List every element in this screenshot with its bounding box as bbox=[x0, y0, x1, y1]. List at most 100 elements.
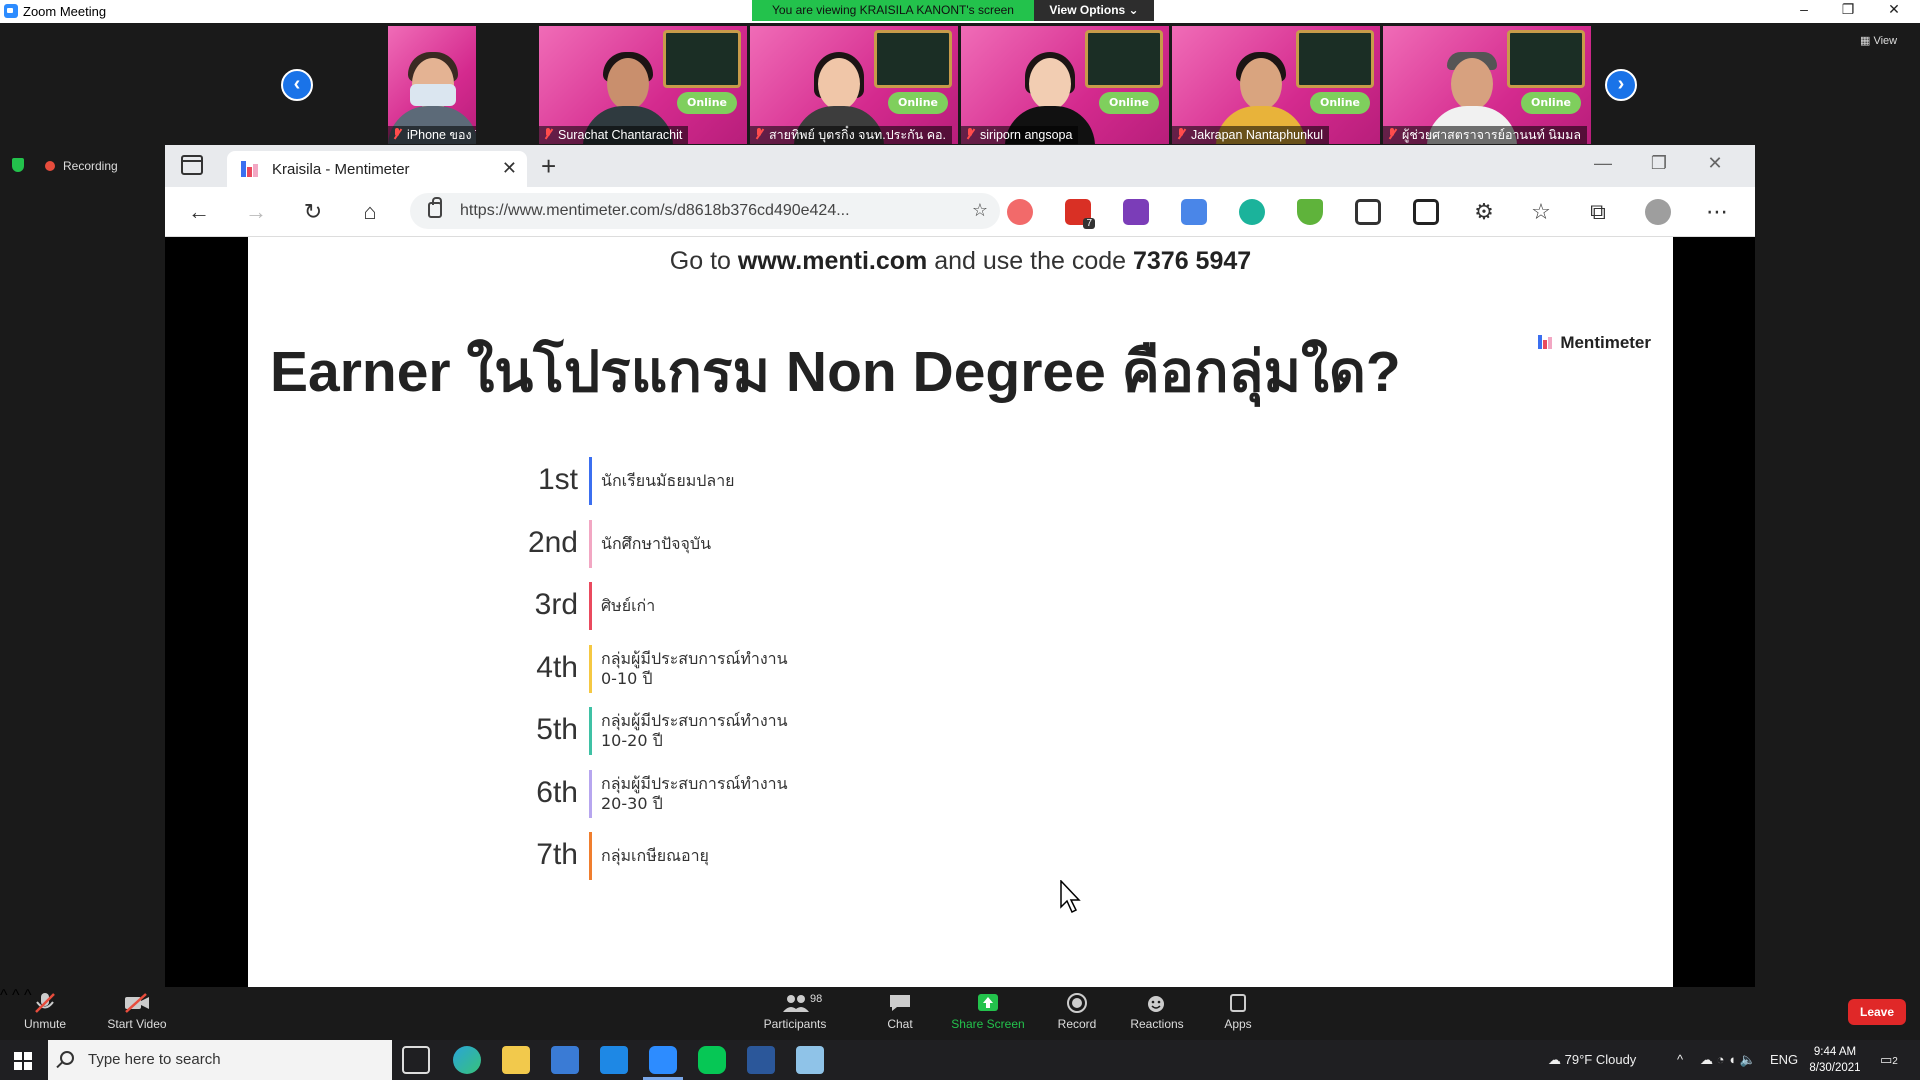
windows-start-icon[interactable] bbox=[14, 1052, 32, 1070]
muted-mic-icon bbox=[1176, 128, 1186, 140]
maximize-button[interactable]: ❐ bbox=[1826, 1, 1870, 18]
extension-block-icon[interactable]: 7 bbox=[1065, 199, 1095, 229]
join-code: 7376 5947 bbox=[1133, 247, 1252, 275]
file-explorer-icon[interactable] bbox=[502, 1046, 530, 1074]
muted-mic-icon bbox=[754, 128, 764, 140]
tab-actions-icon[interactable] bbox=[181, 155, 203, 175]
tab-close-icon[interactable]: ✕ bbox=[502, 158, 517, 179]
search-placeholder: Type here to search bbox=[88, 1051, 221, 1068]
ranking-row: 6th กลุ่มผู้มีประสบการณ์ทำงาน 20-30 ปี bbox=[498, 769, 998, 818]
leave-button[interactable]: Leave bbox=[1848, 999, 1906, 1025]
view-options-button[interactable]: View Options ⌄ bbox=[1034, 0, 1154, 21]
rank-number: 5th bbox=[536, 713, 578, 746]
download-extension-icon[interactable] bbox=[1297, 199, 1323, 225]
close-button[interactable]: ✕ bbox=[1872, 1, 1916, 18]
store-icon[interactable] bbox=[551, 1046, 579, 1074]
tray-icons[interactable]: ☁ ◔ ◖ 🔈 bbox=[1700, 1040, 1756, 1080]
mail-icon[interactable] bbox=[600, 1046, 628, 1074]
profile-avatar-icon[interactable] bbox=[1645, 199, 1671, 225]
windows-taskbar: Type here to search ☁ 79°F Cloudy ^ ☁ ◔ … bbox=[0, 1040, 1920, 1080]
ranking-row: 1st นักเรียนมัธยมปลาย bbox=[498, 457, 998, 505]
recording-dot-icon bbox=[45, 161, 55, 171]
notifications-icon[interactable]: ▭2 bbox=[1880, 1040, 1898, 1080]
minimize-button[interactable]: – bbox=[1782, 1, 1826, 17]
notion-icon[interactable] bbox=[1413, 199, 1439, 225]
ranking-row: 7th กลุ่มเกษียณอายุ bbox=[498, 832, 998, 880]
browser-close-button[interactable]: ✕ bbox=[1687, 153, 1743, 174]
recording-label: Recording bbox=[63, 159, 118, 173]
share-screen-button[interactable]: Share Screen bbox=[943, 993, 1033, 1031]
qr-code-icon[interactable] bbox=[1355, 199, 1381, 225]
tab-title: Kraisila - Mentimeter bbox=[272, 161, 410, 178]
address-bar[interactable]: https://www.mentimeter.com/s/d8618b376cd… bbox=[410, 193, 1000, 229]
online-badge: Online bbox=[1310, 92, 1370, 114]
participant-name: สายทิพย์ บุตรกิ๋ง จนท.ประกัน คอ. bbox=[750, 126, 953, 144]
system-clock[interactable]: 9:44 AM 8/30/2021 bbox=[1800, 1044, 1870, 1076]
participant-tile[interactable]: Online Jakrapan Nantaphunkul bbox=[1172, 26, 1380, 144]
onenote-icon[interactable] bbox=[1123, 199, 1149, 225]
rank-number: 7th bbox=[536, 838, 578, 871]
join-instructions: Go to www.menti.com and use the code 737… bbox=[669, 247, 1252, 275]
browser-restore-button[interactable]: ❐ bbox=[1631, 153, 1687, 174]
rank-label: ศิษย์เก่า bbox=[601, 596, 656, 615]
browser-tab[interactable]: Kraisila - Mentimeter ✕ bbox=[227, 151, 527, 187]
favorites-icon[interactable]: ☆ bbox=[1527, 199, 1555, 227]
participant-tile[interactable]: Online Surachat Chantarachit bbox=[539, 26, 747, 144]
reload-icon[interactable]: ↻ bbox=[299, 199, 327, 227]
rank-color-bar bbox=[589, 519, 592, 568]
zoom-taskbar-icon[interactable] bbox=[649, 1046, 677, 1074]
rank-color-bar bbox=[589, 457, 592, 505]
translate-icon[interactable] bbox=[1181, 199, 1207, 225]
extension-red-icon[interactable] bbox=[1007, 199, 1033, 225]
add-favorite-icon[interactable]: ☆ bbox=[972, 200, 988, 221]
rank-color-bar bbox=[589, 707, 592, 755]
online-badge: Online bbox=[1521, 92, 1581, 114]
share-screen-icon bbox=[975, 993, 1001, 1013]
gallery-prev-button[interactable]: ‹ bbox=[281, 69, 313, 101]
extensions-puzzle-icon[interactable]: ⚙ bbox=[1470, 199, 1498, 227]
gallery-next-button[interactable]: › bbox=[1605, 69, 1637, 101]
apps-button[interactable]: Apps bbox=[1193, 993, 1283, 1031]
more-menu-icon[interactable]: ⋯ bbox=[1703, 199, 1731, 227]
record-button[interactable]: Record bbox=[1032, 993, 1122, 1031]
shared-screen: Kraisila - Mentimeter ✕ + — ❐ ✕ ← → ↻ ⌂ … bbox=[165, 145, 1755, 987]
edge-icon[interactable] bbox=[453, 1046, 481, 1074]
participant-tile[interactable]: Online สายทิพย์ บุตรกิ๋ง จนท.ประกัน คอ. bbox=[750, 26, 958, 144]
view-button[interactable]: ▦ View bbox=[1860, 34, 1897, 47]
chat-button[interactable]: Chat bbox=[855, 993, 945, 1031]
reactions-button[interactable]: Reactions bbox=[1112, 993, 1202, 1031]
new-tab-button[interactable]: + bbox=[541, 151, 556, 182]
rank-label: นักเรียนมัธยมปลาย bbox=[601, 471, 735, 490]
taskbar-search[interactable]: Type here to search bbox=[48, 1040, 392, 1080]
home-icon[interactable]: ⌂ bbox=[356, 199, 384, 227]
mentimeter-logo-icon bbox=[1538, 335, 1554, 349]
forward-arrow-icon[interactable]: → bbox=[242, 199, 270, 227]
start-video-button[interactable]: Start Video bbox=[92, 993, 182, 1031]
unmute-button[interactable]: Unmute bbox=[0, 993, 90, 1031]
line-app-icon[interactable] bbox=[698, 1046, 726, 1074]
participants-button[interactable]: Participants 98 bbox=[750, 993, 840, 1031]
question-title: Earner ในโปรแกรม Non Degree คือกลุ่มใด? bbox=[270, 340, 1401, 404]
participant-tile[interactable]: Online ผู้ช่วยศาสตราจารย์อานนท์ นิมมล bbox=[1383, 26, 1591, 144]
rank-label: กลุ่มผู้มีประสบการณ์ทำงาน 10-20 ปี bbox=[601, 711, 788, 750]
word-icon[interactable] bbox=[747, 1046, 775, 1074]
task-view-icon[interactable] bbox=[402, 1046, 430, 1074]
rank-number: 2nd bbox=[527, 525, 578, 559]
mentimeter-slide: Go to www.menti.com and use the code 737… bbox=[248, 237, 1673, 987]
ranking-row: 4th กลุ่มผู้มีประสบการณ์ทำงาน 0-10 ปี bbox=[498, 644, 998, 693]
chalkboard-graphic bbox=[1507, 30, 1585, 88]
participant-name: Jakrapan Nantaphunkul bbox=[1172, 126, 1330, 144]
language-indicator[interactable]: ENG bbox=[1770, 1040, 1798, 1080]
back-arrow-icon[interactable]: ← bbox=[185, 199, 213, 227]
ranking-row: 2nd นักศึกษาปัจจุบัน bbox=[498, 519, 998, 568]
chalkboard-graphic bbox=[874, 30, 952, 88]
participant-tile[interactable]: Online siriporn angsopa bbox=[961, 26, 1169, 144]
notepad-icon[interactable] bbox=[796, 1046, 824, 1074]
record-icon bbox=[1064, 993, 1090, 1013]
participant-tile[interactable]: iPhone ของ Thanarat bbox=[388, 26, 476, 144]
weather-widget[interactable]: ☁ 79°F Cloudy bbox=[1548, 1040, 1636, 1080]
browser-minimize-button[interactable]: — bbox=[1575, 153, 1631, 174]
collections-icon[interactable]: ⧉ bbox=[1584, 199, 1612, 227]
extension-m-icon[interactable] bbox=[1239, 199, 1265, 225]
tray-chevron-icon[interactable]: ^ bbox=[1677, 1040, 1683, 1080]
